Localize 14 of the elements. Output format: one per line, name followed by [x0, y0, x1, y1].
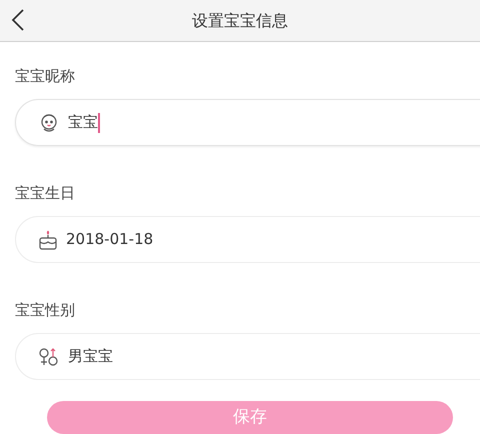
header-title: 设置宝宝信息: [192, 10, 288, 32]
input-field[interactable]: 男宝宝: [15, 333, 480, 380]
text-cursor: [98, 112, 100, 132]
input-field[interactable]: 2018-01-18: [15, 216, 480, 263]
field-label: 宝宝性别: [15, 300, 76, 321]
field-value: 宝宝: [68, 112, 98, 134]
field-label: 宝宝生日: [15, 183, 76, 204]
field-label: 宝宝昵称: [15, 66, 76, 87]
back-icon[interactable]: [10, 8, 26, 32]
field-value: 男宝宝: [68, 346, 113, 368]
gender-icon: [38, 346, 60, 368]
input-field[interactable]: 宝宝: [15, 99, 480, 146]
field-value: 2018-01-18: [66, 229, 154, 250]
cake-icon: [38, 228, 58, 250]
